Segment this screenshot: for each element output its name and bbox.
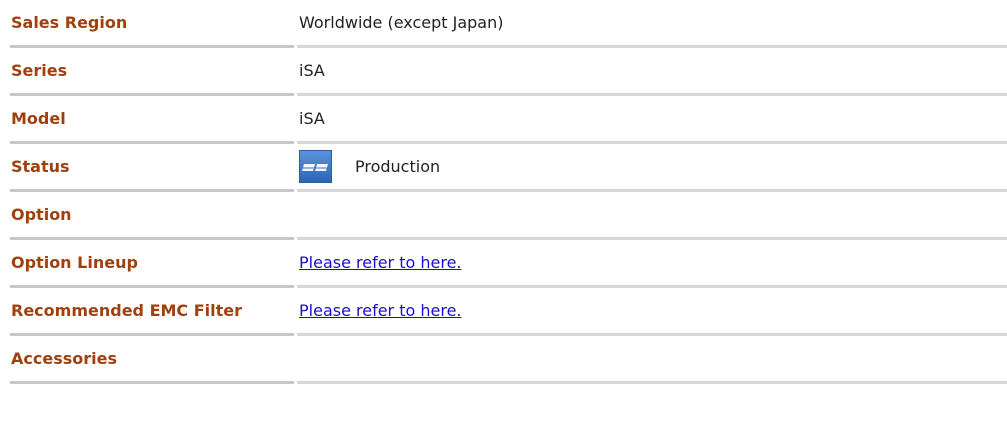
series-value: iSA bbox=[297, 48, 1007, 96]
production-status-icon bbox=[299, 150, 332, 183]
sales-region-value: Worldwide (except Japan) bbox=[297, 0, 1007, 48]
option-label: Option bbox=[10, 192, 294, 240]
spec-row-status: Status Production bbox=[0, 144, 1007, 192]
spec-row-accessories: Accessories bbox=[0, 336, 1007, 384]
recommended-emc-filter-link[interactable]: Please refer to here. bbox=[299, 301, 462, 320]
spec-row-recommended-emc-filter: Recommended EMC Filter Please refer to h… bbox=[0, 288, 1007, 336]
option-lineup-value-cell: Please refer to here. bbox=[297, 240, 1007, 288]
recommended-emc-filter-label: Recommended EMC Filter bbox=[10, 288, 294, 336]
status-value-cell: Production bbox=[297, 144, 1007, 192]
product-spec-table: Sales Region Worldwide (except Japan) Se… bbox=[0, 0, 1007, 384]
spec-row-model: Model iSA bbox=[0, 96, 1007, 144]
accessories-value bbox=[297, 336, 1007, 384]
spec-row-sales-region: Sales Region Worldwide (except Japan) bbox=[0, 0, 1007, 48]
status-label: Status bbox=[10, 144, 294, 192]
option-lineup-label: Option Lineup bbox=[10, 240, 294, 288]
spec-row-option: Option bbox=[0, 192, 1007, 240]
series-label: Series bbox=[10, 48, 294, 96]
option-lineup-link[interactable]: Please refer to here. bbox=[299, 253, 462, 272]
recommended-emc-filter-value-cell: Please refer to here. bbox=[297, 288, 1007, 336]
model-value: iSA bbox=[297, 96, 1007, 144]
model-label: Model bbox=[10, 96, 294, 144]
spec-row-series: Series iSA bbox=[0, 48, 1007, 96]
sales-region-label: Sales Region bbox=[10, 0, 294, 48]
status-value: Production bbox=[355, 157, 441, 176]
accessories-label: Accessories bbox=[10, 336, 294, 384]
spec-row-option-lineup: Option Lineup Please refer to here. bbox=[0, 240, 1007, 288]
option-value bbox=[297, 192, 1007, 240]
